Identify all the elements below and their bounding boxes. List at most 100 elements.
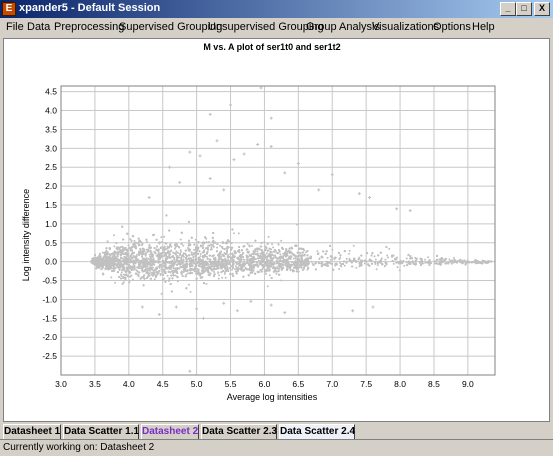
scatter-point — [282, 264, 285, 267]
scatter-point — [450, 262, 453, 265]
scatter-point — [194, 238, 197, 241]
menu-help[interactable]: Help — [472, 21, 495, 33]
minimize-button[interactable]: _ — [500, 2, 516, 16]
scatter-point — [268, 274, 271, 277]
app-icon: E — [2, 2, 16, 16]
scatter-point — [152, 257, 155, 260]
scatter-point — [339, 256, 342, 259]
scatter-point — [182, 244, 185, 247]
scatter-point — [121, 245, 124, 248]
scatter-point — [245, 256, 248, 259]
scatter-point — [237, 232, 240, 235]
scatter-point — [345, 257, 348, 260]
scatter-point — [213, 271, 216, 273]
scatter-point — [172, 251, 175, 254]
scatter-point — [221, 276, 224, 279]
scatter-point — [296, 223, 298, 226]
scatter-point — [291, 261, 294, 264]
scatter-point — [348, 249, 351, 252]
scatter-point — [135, 241, 138, 244]
scatter-point — [179, 238, 182, 241]
scatter-point — [217, 271, 220, 274]
scatter-point — [272, 246, 275, 249]
scatter-point — [120, 271, 123, 274]
scatter-point — [267, 235, 270, 238]
scatter-point — [174, 247, 176, 250]
maximize-button[interactable]: □ — [516, 2, 532, 16]
scatter-point — [194, 257, 197, 260]
scatter-point — [217, 277, 220, 280]
scatter-point — [229, 246, 232, 249]
scatter-point — [373, 255, 376, 258]
menu-file[interactable]: File — [6, 21, 24, 33]
scatter-point — [352, 244, 355, 247]
ma-scatter-plot[interactable]: M vs. A plot of ser1t0 and ser1t2 3.0 3.5… — [4, 39, 549, 421]
scatter-point — [263, 241, 266, 243]
scatter-point — [227, 258, 230, 261]
scatter-point — [224, 276, 227, 279]
scatter-point — [265, 252, 268, 255]
scatter-point — [205, 282, 208, 285]
close-button[interactable]: X — [534, 2, 550, 16]
scatter-point — [210, 246, 213, 249]
scatter-point — [424, 261, 427, 264]
scatter-point — [396, 266, 399, 269]
menu-options[interactable]: Options — [433, 21, 471, 33]
scatter-point — [219, 244, 222, 247]
scatter-point — [128, 281, 131, 284]
scatter-point — [160, 292, 163, 295]
scatter-point — [339, 262, 342, 264]
scatter-point — [424, 258, 427, 261]
scatter-point — [329, 258, 332, 261]
scatter-point — [110, 276, 113, 279]
menu-preprocessing[interactable]: Preprocessing — [54, 21, 124, 33]
scatter-point — [174, 274, 177, 277]
scatter-point — [218, 274, 220, 277]
scatter-point — [218, 262, 220, 265]
scatter-point — [133, 239, 136, 242]
scatter-point — [246, 242, 249, 245]
scatter-point — [205, 255, 208, 258]
scatter-point — [129, 238, 132, 241]
scatter-point — [150, 271, 153, 274]
scatter-point — [183, 255, 185, 258]
scatter-point — [358, 256, 361, 259]
scatter-point — [251, 244, 254, 247]
scatter-point — [363, 262, 366, 265]
scatter-point — [161, 278, 164, 281]
scatter-point — [230, 242, 233, 244]
scatter-point — [163, 235, 166, 238]
scatter-point — [160, 236, 163, 239]
scatter-point — [271, 243, 274, 246]
scatter-point — [355, 266, 358, 269]
scatter-point — [193, 262, 195, 265]
scatter-point — [242, 258, 245, 261]
scatter-point — [144, 254, 147, 257]
scatter-point — [233, 232, 235, 235]
scatter-point — [240, 260, 243, 263]
scatter-point — [112, 234, 115, 237]
menu-visualizations[interactable]: Visualizations — [372, 21, 439, 33]
scatter-point — [101, 251, 104, 254]
window-title: xpander5 - Default Session — [19, 2, 161, 14]
scatter-point — [275, 260, 278, 263]
menu-bar: File Data Preprocessing Supervised Group… — [0, 18, 553, 38]
scatter-point — [326, 256, 329, 259]
scatter-point — [179, 249, 182, 252]
window-titlebar[interactable]: E xpander5 - Default Session _ □ X — [0, 0, 553, 18]
scatter-point — [189, 290, 192, 293]
scatter-point — [275, 272, 278, 275]
scatter-point — [122, 281, 125, 284]
menu-data[interactable]: Data — [27, 21, 50, 33]
menu-group-analysis[interactable]: Group Analysis — [306, 21, 380, 33]
scatter-point — [138, 254, 140, 257]
scatter-point — [338, 268, 341, 270]
scatter-point — [187, 272, 189, 275]
scatter-point — [265, 272, 267, 275]
scatter-point — [297, 270, 300, 273]
menu-supervised-grouping[interactable]: Supervised Grouping — [119, 21, 222, 33]
scatter-point — [173, 256, 176, 259]
scatter-point — [376, 264, 379, 267]
scatter-point — [234, 268, 237, 271]
scatter-point — [384, 264, 387, 267]
